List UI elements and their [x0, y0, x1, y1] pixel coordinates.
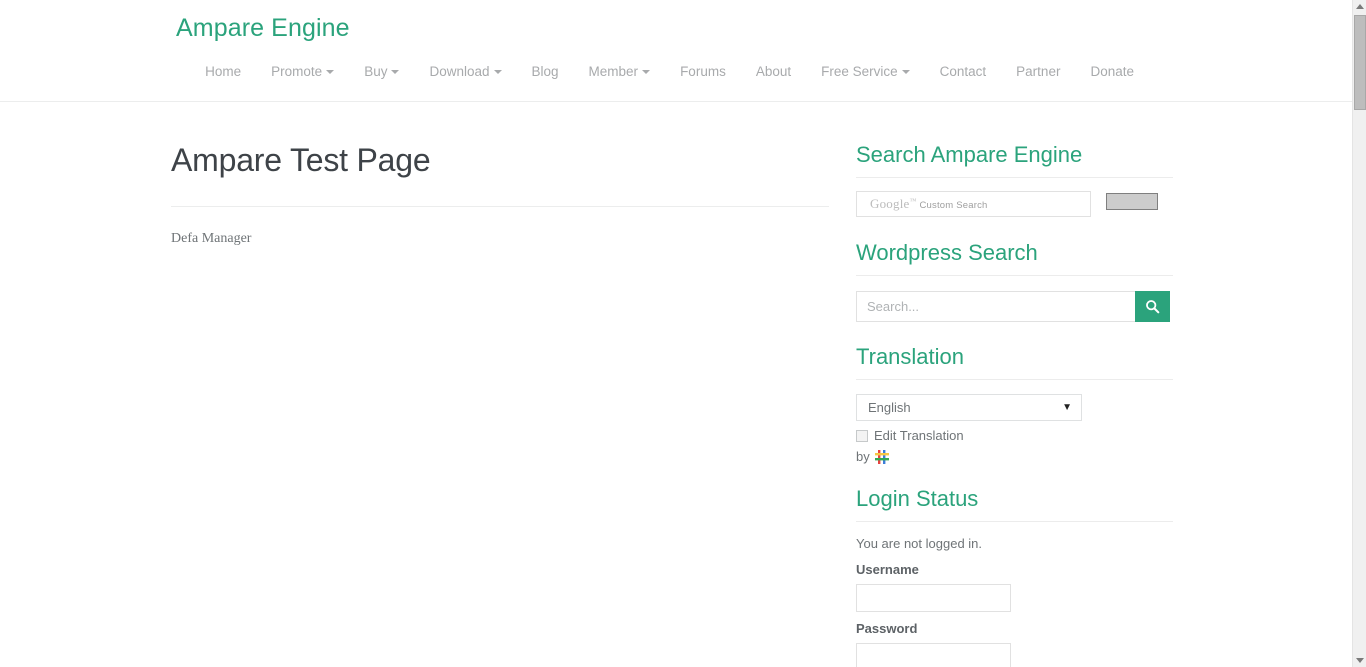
- site-brand-link[interactable]: Ampare Engine: [176, 0, 1176, 43]
- nav-label: Member: [589, 64, 639, 79]
- nav-label: About: [756, 64, 791, 79]
- nav-link-forums[interactable]: Forums: [665, 53, 741, 91]
- nav-link-donate[interactable]: Donate: [1075, 53, 1149, 91]
- google-search-submit-button[interactable]: [1106, 193, 1158, 210]
- google-search-input[interactable]: Google™Custom Search: [856, 191, 1091, 217]
- nav-label: Home: [205, 64, 241, 79]
- nav-link-contact[interactable]: Contact: [925, 53, 1002, 91]
- sidebar: Search Ampare Engine Google™Custom Searc…: [831, 141, 1181, 667]
- password-field[interactable]: [856, 643, 1011, 667]
- nav-item-home[interactable]: Home: [190, 53, 256, 91]
- language-select-value: English: [868, 400, 911, 415]
- username-label: Username: [856, 562, 1181, 577]
- search-icon: [1145, 299, 1160, 314]
- nav-item-donate[interactable]: Donate: [1075, 53, 1149, 91]
- widget-title-google-search: Search Ampare Engine: [856, 141, 1173, 178]
- chevron-down-icon: ▼: [1062, 403, 1072, 413]
- transposh-logo-icon[interactable]: [875, 450, 889, 464]
- search-submit-button[interactable]: [1135, 291, 1170, 322]
- chevron-down-icon: [391, 70, 399, 74]
- nav-link-free-service[interactable]: Free Service: [806, 53, 925, 91]
- widget-title-wordpress-search: Wordpress Search: [856, 239, 1173, 276]
- password-label: Password: [856, 621, 1181, 636]
- username-field[interactable]: [856, 584, 1011, 612]
- wordpress-search-form: [856, 291, 1181, 322]
- edit-translation-label: Edit Translation: [874, 428, 964, 443]
- header-inner: Ampare Engine Home Promote Buy Download …: [176, 0, 1176, 101]
- title-divider: [171, 206, 829, 207]
- nav-link-blog[interactable]: Blog: [517, 53, 574, 91]
- main-content: Ampare Test Page Defa Manager: [171, 141, 831, 667]
- entry-paragraph: Defa Manager: [171, 228, 811, 250]
- nav-label: Partner: [1016, 64, 1060, 79]
- nav-label: Forums: [680, 64, 726, 79]
- login-status-text: You are not logged in.: [856, 535, 1181, 553]
- site-header: Ampare Engine Home Promote Buy Download …: [0, 0, 1352, 102]
- by-label: by: [856, 449, 870, 464]
- edit-translation-checkbox[interactable]: [856, 430, 868, 442]
- nav-item-member[interactable]: Member: [574, 53, 666, 91]
- google-wordmark: Google: [870, 196, 909, 211]
- triangle-up-icon: [1356, 4, 1364, 9]
- nav-link-about[interactable]: About: [741, 53, 806, 91]
- nav-item-contact[interactable]: Contact: [925, 53, 1002, 91]
- page-body: Ampare Engine Home Promote Buy Download …: [0, 0, 1352, 667]
- nav-link-download[interactable]: Download: [414, 53, 516, 91]
- nav-link-member[interactable]: Member: [574, 53, 666, 91]
- widget-translation: Translation English ▼ Edit Translation b…: [856, 343, 1181, 464]
- language-select[interactable]: English ▼: [856, 394, 1082, 421]
- nav-item-buy[interactable]: Buy: [349, 53, 414, 91]
- nav-item-partner[interactable]: Partner: [1001, 53, 1075, 91]
- widget-wordpress-search: Wordpress Search: [856, 239, 1181, 322]
- vertical-scrollbar[interactable]: [1352, 0, 1366, 667]
- nav-link-promote[interactable]: Promote: [256, 53, 349, 91]
- widget-login-status: Login Status You are not logged in. User…: [856, 485, 1181, 667]
- nav-item-blog[interactable]: Blog: [517, 53, 574, 91]
- nav-label: Buy: [364, 64, 387, 79]
- nav-item-free-service[interactable]: Free Service: [806, 53, 925, 91]
- translation-credit: by: [856, 449, 1181, 464]
- widget-body-translation: English ▼ Edit Translation by: [856, 380, 1181, 464]
- chevron-down-icon: [326, 70, 334, 74]
- nav-link-partner[interactable]: Partner: [1001, 53, 1075, 91]
- chevron-down-icon: [494, 70, 502, 74]
- nav-label: Promote: [271, 64, 322, 79]
- primary-navigation: Home Promote Buy Download Blog Member Fo…: [176, 43, 1176, 101]
- widget-body-wordpress-search: [856, 276, 1181, 322]
- chevron-down-icon: [642, 70, 650, 74]
- transposh-grid-icon: [875, 450, 889, 464]
- browser-viewport: Ampare Engine Home Promote Buy Download …: [0, 0, 1366, 667]
- nav-label: Download: [429, 64, 489, 79]
- nav-item-about[interactable]: About: [741, 53, 806, 91]
- entry-content: Defa Manager: [171, 228, 811, 250]
- nav-label: Blog: [532, 64, 559, 79]
- widget-title-translation: Translation: [856, 343, 1173, 380]
- triangle-down-icon: [1356, 658, 1364, 663]
- custom-search-label: Custom Search: [919, 200, 987, 211]
- nav-label: Donate: [1090, 64, 1134, 79]
- edit-translation-row[interactable]: Edit Translation: [856, 428, 1181, 443]
- nav-link-buy[interactable]: Buy: [349, 53, 414, 91]
- widget-body-google-search: Google™Custom Search: [856, 178, 1181, 217]
- page-title: Ampare Test Page: [171, 141, 811, 179]
- nav-item-promote[interactable]: Promote: [256, 53, 349, 91]
- chevron-down-icon: [902, 70, 910, 74]
- widget-google-search: Search Ampare Engine Google™Custom Searc…: [856, 141, 1181, 217]
- widget-body-login-status: You are not logged in. Username Password: [856, 522, 1181, 667]
- widget-title-login-status: Login Status: [856, 485, 1173, 522]
- google-search-form: Google™Custom Search: [856, 191, 1181, 217]
- page-container: Ampare Test Page Defa Manager Search Amp…: [171, 102, 1181, 667]
- scroll-down-button[interactable]: [1353, 654, 1366, 667]
- trademark-icon: ™: [909, 197, 916, 205]
- search-input[interactable]: [856, 291, 1135, 322]
- nav-label: Contact: [940, 64, 987, 79]
- nav-link-home[interactable]: Home: [190, 53, 256, 91]
- nav-label: Free Service: [821, 64, 898, 79]
- scroll-up-button[interactable]: [1353, 0, 1366, 13]
- scrollbar-thumb[interactable]: [1354, 15, 1366, 110]
- nav-item-forums[interactable]: Forums: [665, 53, 741, 91]
- google-search-placeholder: Google™Custom Search: [870, 196, 988, 212]
- nav-item-download[interactable]: Download: [414, 53, 516, 91]
